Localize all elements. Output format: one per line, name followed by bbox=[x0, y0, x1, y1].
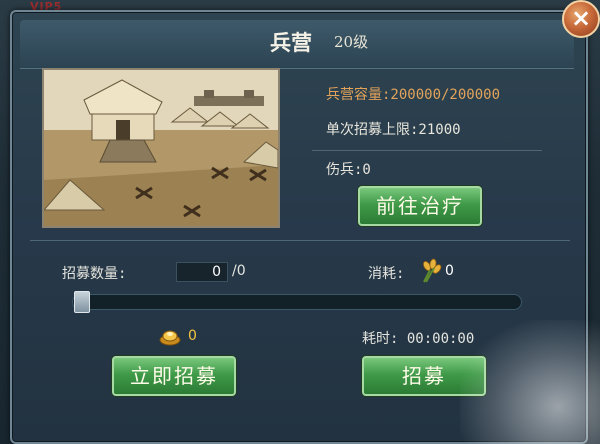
watermark-glow bbox=[460, 320, 600, 444]
recruit-quantity-max: /0 bbox=[232, 263, 246, 279]
heal-button[interactable]: 前往治疗 bbox=[358, 186, 482, 226]
barracks-illustration bbox=[42, 68, 280, 228]
recruit-slider-handle[interactable] bbox=[74, 291, 90, 313]
wounded-text: 伤兵:0 bbox=[326, 162, 371, 178]
info-divider bbox=[312, 150, 542, 151]
recruit-time-text: 耗时: 00:00:00 bbox=[362, 331, 475, 347]
building-level: 20级 bbox=[334, 33, 369, 51]
close-button[interactable]: × bbox=[562, 0, 600, 38]
instant-recruit-button[interactable]: 立即招募 bbox=[112, 356, 236, 396]
gold-cost-value: 0 bbox=[188, 328, 197, 344]
gold-ingot-icon bbox=[159, 330, 181, 346]
section-divider bbox=[30, 240, 570, 241]
capacity-text: 兵营容量:200000/200000 bbox=[326, 87, 501, 103]
consume-value: 0 bbox=[445, 263, 454, 279]
consume-label: 消耗: bbox=[368, 266, 405, 282]
recruit-quantity-label: 招募数量: bbox=[62, 266, 127, 282]
recruit-quantity-input[interactable]: 0 bbox=[176, 262, 228, 282]
wheat-icon bbox=[422, 258, 442, 283]
camp-scene-image bbox=[44, 70, 278, 226]
max-recruit-text: 单次招募上限:21000 bbox=[326, 122, 461, 138]
dialog-title: 兵营 bbox=[270, 30, 312, 55]
recruit-slider-track[interactable] bbox=[72, 294, 522, 310]
